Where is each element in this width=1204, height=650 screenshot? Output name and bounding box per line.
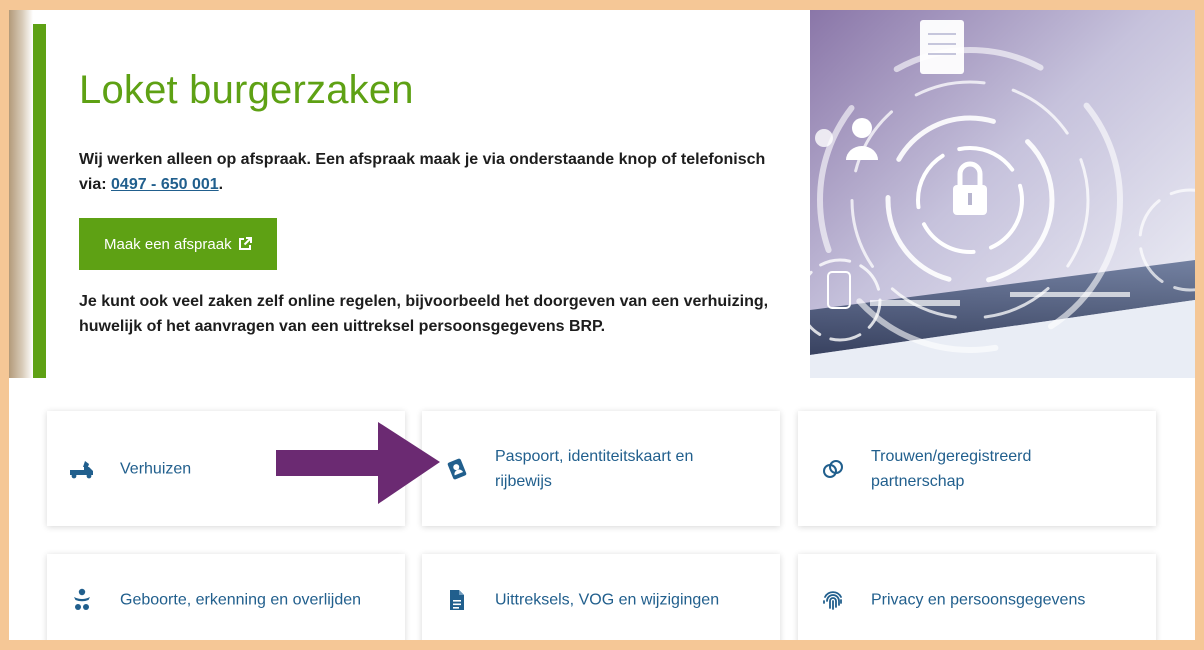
hero-section: Loket burgerzaken Wij werken alleen op a… — [9, 10, 1195, 378]
security-illustration — [810, 10, 1195, 378]
make-appointment-label: Maak een afspraak — [104, 235, 232, 253]
moving-truck-icon — [69, 456, 95, 482]
document-icon — [444, 587, 470, 613]
tile-label: Uittreksels, VOG en wijzigingen — [495, 591, 720, 608]
tile-uittreksels[interactable]: Uittreksels, VOG en wijzigingen — [422, 554, 780, 640]
baby-icon — [69, 587, 95, 613]
external-link-icon — [238, 237, 252, 250]
page-frame: Loket burgerzaken Wij werken alleen op a… — [9, 10, 1195, 640]
tile-trouwen[interactable]: Trouwen/geregistreerd partnerschap — [798, 411, 1156, 526]
tile-label: Geboorte, erkenning en overlijden — [120, 591, 362, 608]
topic-tiles: Verhuizen Paspoort, identiteitskaart en … — [9, 378, 1195, 640]
tile-privacy[interactable]: Privacy en persoonsgegevens — [798, 554, 1156, 640]
security-graphic — [810, 10, 1195, 378]
tile-label: Paspoort, identiteitskaart en rijbewijs — [495, 447, 694, 490]
page-title: Loket burgerzaken — [79, 68, 414, 112]
rings-icon — [820, 456, 846, 482]
hero-edge-photo — [9, 10, 33, 378]
body-paragraph: Je kunt ook veel zaken zelf online regel… — [79, 293, 769, 335]
fingerprint-icon — [820, 587, 846, 613]
tile-label: Privacy en persoonsgegevens — [871, 591, 1086, 608]
intro-end: . — [218, 176, 224, 193]
tile-label: Trouwen/geregistreerd partnerschap — [871, 447, 1032, 490]
hero-content: Loket burgerzaken Wij werken alleen op a… — [79, 68, 769, 339]
make-appointment-button[interactable]: Maak een afspraak — [79, 218, 277, 270]
tile-geboorte[interactable]: Geboorte, erkenning en overlijden — [47, 554, 405, 640]
intro-paragraph: Wij werken alleen op afspraak. Een afspr… — [79, 147, 769, 197]
hero-accent-bar — [33, 24, 46, 378]
phone-link[interactable]: 0497 - 650 001 — [111, 176, 219, 193]
tile-paspoort[interactable]: Paspoort, identiteitskaart en rijbewijs — [422, 411, 780, 526]
arrow-icon — [276, 422, 440, 504]
